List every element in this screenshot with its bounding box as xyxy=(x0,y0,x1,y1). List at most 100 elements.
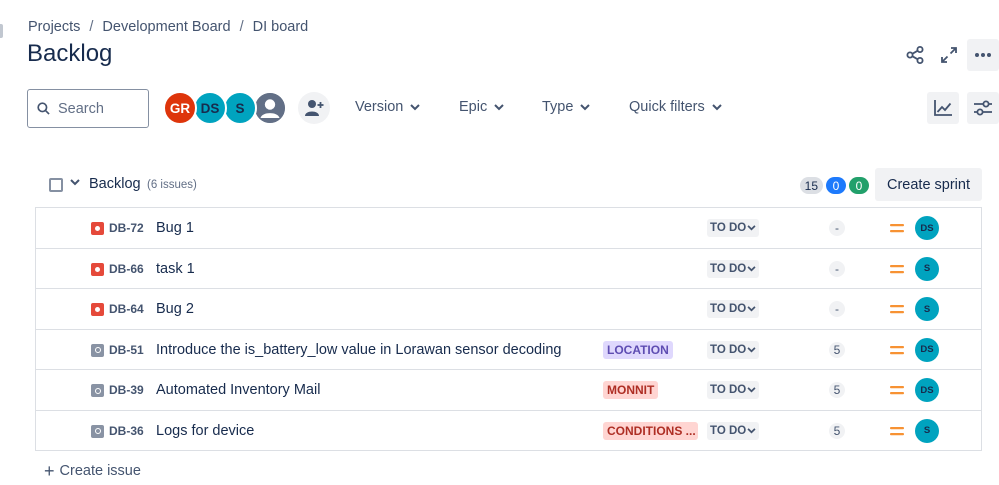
priority-medium-icon xyxy=(890,386,904,395)
assignee-avatar[interactable]: S xyxy=(915,418,939,443)
story-points[interactable]: 5 xyxy=(829,382,845,398)
issue-summary[interactable]: Logs for device xyxy=(156,423,254,439)
create-issue-button[interactable]: + Create issue xyxy=(44,462,141,480)
breadcrumb-separator: / xyxy=(239,19,244,35)
chevron-down-icon xyxy=(580,103,591,110)
issue-summary[interactable]: Introduce the is_battery_low value in Lo… xyxy=(156,342,561,358)
page-title: Backlog xyxy=(27,40,113,67)
issue-list: DB-72 Bug 1 TO DO - DS DB-66 task 1 TO D… xyxy=(35,207,982,451)
avatar-gr[interactable]: GR xyxy=(163,91,197,125)
add-user-icon xyxy=(305,100,324,116)
status-counts: 15 0 0 xyxy=(797,177,869,194)
status-dropdown[interactable]: TO DO xyxy=(707,259,760,278)
version-filter[interactable]: Version xyxy=(355,99,421,115)
issue-summary[interactable]: Automated Inventory Mail xyxy=(156,382,320,398)
chevron-down-icon xyxy=(494,103,504,110)
status-label: TO DO xyxy=(710,343,747,356)
story-points[interactable]: 5 xyxy=(829,341,845,358)
issue-key[interactable]: DB-36 xyxy=(109,424,144,438)
epic-badge[interactable]: CONDITIONS ... xyxy=(603,421,698,440)
issue-key[interactable]: DB-51 xyxy=(109,343,144,357)
share-button[interactable] xyxy=(899,39,931,71)
issue-key[interactable]: DB-64 xyxy=(109,302,144,316)
avatar-unassigned[interactable] xyxy=(253,91,287,125)
breadcrumb-separator: / xyxy=(89,19,94,35)
type-filter-label: Type xyxy=(542,99,574,115)
quick-filters-dropdown[interactable]: Quick filters xyxy=(629,99,722,115)
assignee-filter-avatars: GR DS S xyxy=(163,91,287,125)
status-dropdown[interactable]: TO DO xyxy=(707,421,760,440)
chevron-down-icon xyxy=(747,346,756,352)
chevron-down-icon xyxy=(712,103,722,110)
status-dropdown[interactable]: TO DO xyxy=(707,381,760,399)
issue-key[interactable]: DB-72 xyxy=(109,221,144,235)
avatar-s[interactable]: S xyxy=(223,91,257,125)
type-filter[interactable]: Type xyxy=(542,99,591,115)
issue-row[interactable]: DB-51 Introduce the is_battery_low value… xyxy=(36,329,981,370)
assignee-avatar[interactable]: S xyxy=(915,256,939,281)
chevron-down-icon xyxy=(410,103,421,110)
add-people-button[interactable] xyxy=(298,92,330,124)
priority-medium-icon xyxy=(890,264,904,273)
breadcrumb-di-board[interactable]: DI board xyxy=(253,19,309,35)
backlog-header: Backlog (6 issues) 15 0 0 Create sprint xyxy=(36,168,982,202)
status-dropdown[interactable]: TO DO xyxy=(707,340,760,359)
chevron-down-icon xyxy=(747,265,756,271)
breadcrumb-projects[interactable]: Projects xyxy=(28,19,80,35)
story-points[interactable]: - xyxy=(829,260,845,277)
assignee-avatar[interactable]: DS xyxy=(915,378,939,402)
issue-row[interactable]: DB-39 Automated Inventory Mail MONNIT TO… xyxy=(36,370,981,411)
issue-row[interactable]: DB-72 Bug 1 TO DO - DS xyxy=(36,208,981,249)
epic-badge[interactable]: LOCATION xyxy=(603,340,673,359)
issue-row[interactable]: DB-66 task 1 TO DO - S xyxy=(36,248,981,289)
story-points[interactable]: 5 xyxy=(829,422,845,439)
more-actions-button[interactable] xyxy=(967,39,999,71)
task-icon xyxy=(91,384,104,397)
search-box[interactable] xyxy=(27,89,149,128)
task-icon xyxy=(91,424,104,438)
issue-summary[interactable]: Bug 1 xyxy=(156,220,194,236)
done-count-badge: 0 xyxy=(849,177,869,194)
avatar-ds[interactable]: DS xyxy=(193,91,227,125)
status-dropdown[interactable]: TO DO xyxy=(707,219,760,237)
assignee-avatar[interactable]: DS xyxy=(915,216,939,240)
status-label: TO DO xyxy=(710,384,747,396)
select-all-checkbox[interactable] xyxy=(49,178,63,192)
status-label: TO DO xyxy=(710,303,747,315)
priority-medium-icon xyxy=(890,305,904,314)
user-icon xyxy=(255,93,285,123)
create-sprint-button[interactable]: Create sprint xyxy=(875,168,982,201)
view-settings-button[interactable] xyxy=(967,92,999,124)
issue-key[interactable]: DB-39 xyxy=(109,383,144,397)
chevron-down-icon xyxy=(747,306,756,312)
story-points[interactable]: - xyxy=(829,301,845,317)
insights-button[interactable] xyxy=(927,92,959,124)
story-points[interactable]: - xyxy=(829,220,845,236)
more-icon xyxy=(975,53,991,57)
assignee-avatar[interactable]: DS xyxy=(915,337,939,362)
in-progress-count-badge: 0 xyxy=(826,177,846,194)
create-issue-label: Create issue xyxy=(59,463,141,479)
issue-summary[interactable]: Bug 2 xyxy=(156,301,194,317)
issue-summary[interactable]: task 1 xyxy=(156,261,195,277)
assignee-avatar[interactable]: S xyxy=(915,297,939,321)
epic-badge[interactable]: MONNIT xyxy=(603,381,659,399)
epic-filter[interactable]: Epic xyxy=(459,99,504,115)
task-icon xyxy=(91,343,104,357)
backlog-title: Backlog xyxy=(89,176,141,192)
sliders-icon xyxy=(974,100,992,116)
search-input[interactable] xyxy=(58,100,146,117)
fullscreen-button[interactable] xyxy=(933,39,965,71)
issue-key[interactable]: DB-66 xyxy=(109,262,144,276)
collapse-chevron-icon[interactable] xyxy=(70,179,80,186)
breadcrumb: Projects / Development Board / DI board xyxy=(28,19,308,35)
issue-row[interactable]: DB-36 Logs for device CONDITIONS ... TO … xyxy=(36,410,981,451)
breadcrumb-development-board[interactable]: Development Board xyxy=(102,19,230,35)
sidebar-edge-handle[interactable] xyxy=(0,24,3,38)
priority-medium-icon xyxy=(890,345,904,354)
priority-medium-icon xyxy=(890,426,904,435)
issue-row[interactable]: DB-64 Bug 2 TO DO - S xyxy=(36,289,981,330)
status-dropdown[interactable]: TO DO xyxy=(707,300,760,318)
quick-filters-label: Quick filters xyxy=(629,99,705,115)
share-icon xyxy=(906,46,924,64)
